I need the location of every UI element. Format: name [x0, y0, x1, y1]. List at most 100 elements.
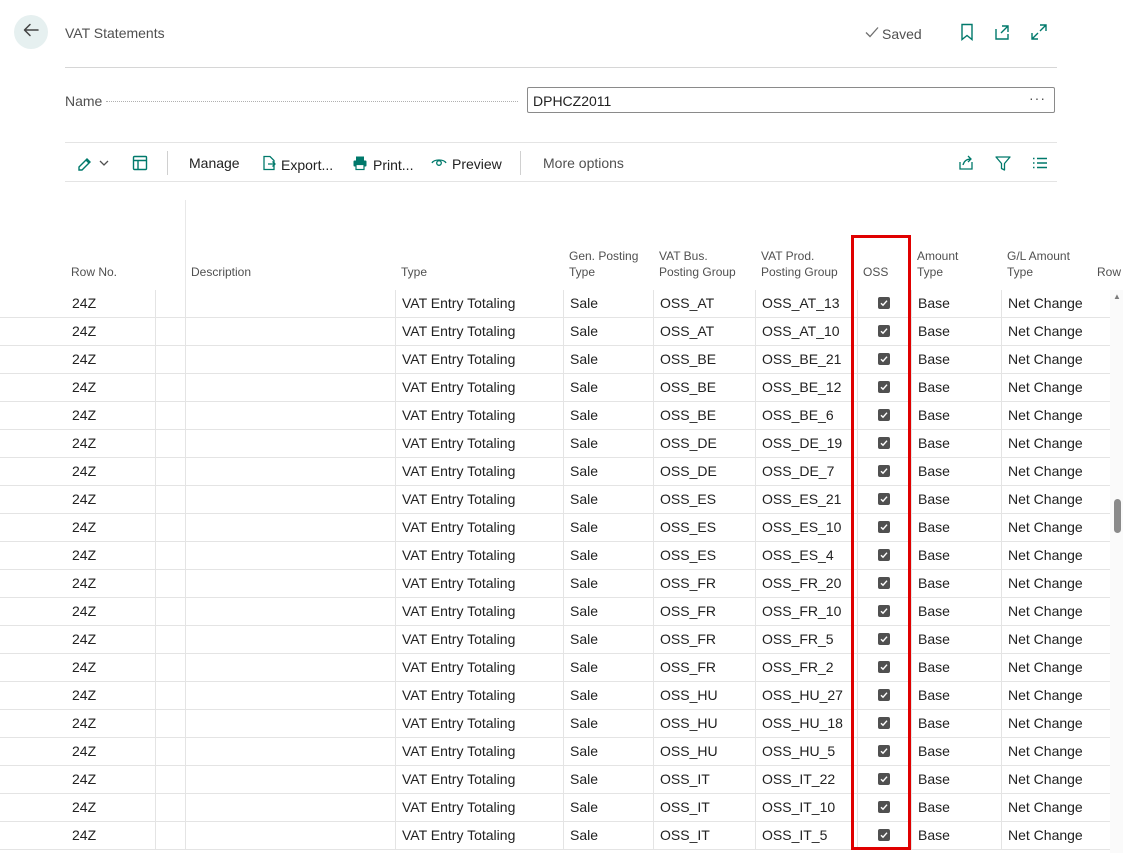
oss-checkbox[interactable] — [878, 549, 890, 561]
cell-row-no[interactable]: 24Z — [72, 346, 96, 373]
cell-amount-type[interactable]: Base — [918, 346, 950, 373]
table-row[interactable]: 24Z VAT Entry Totaling Sale OSS_HU OSS_HU_27… — [0, 682, 1110, 710]
cell-type[interactable]: VAT Entry Totaling — [402, 766, 515, 793]
cell-amount-type[interactable]: Base — [918, 598, 950, 625]
cell-vat-prod-posting-group[interactable]: OSS_IT_10 — [762, 794, 835, 821]
cell-gen-posting-type[interactable]: Sale — [570, 682, 598, 709]
cell-type[interactable]: VAT Entry Totaling — [402, 654, 515, 681]
cell-row-no[interactable]: 24Z — [72, 682, 96, 709]
cell-row-no[interactable]: 24Z — [72, 598, 96, 625]
cell-vat-bus-posting-group[interactable]: OSS_AT — [660, 290, 714, 317]
oss-checkbox[interactable] — [878, 381, 890, 393]
cell-vat-bus-posting-group[interactable]: OSS_IT — [660, 766, 710, 793]
column-header-row-no[interactable]: Row No. — [71, 264, 117, 280]
cell-amount-type[interactable]: Base — [918, 766, 950, 793]
table-row[interactable]: 24Z VAT Entry Totaling Sale OSS_AT OSS_AT_10… — [0, 318, 1110, 346]
export-button[interactable]: Export... — [262, 155, 333, 174]
cell-gen-posting-type[interactable]: Sale — [570, 570, 598, 597]
table-row[interactable]: 24Z VAT Entry Totaling Sale OSS_IT OSS_IT_5 B… — [0, 822, 1110, 850]
oss-checkbox[interactable] — [878, 717, 890, 729]
cell-gen-posting-type[interactable]: Sale — [570, 794, 598, 821]
oss-checkbox[interactable] — [878, 773, 890, 785]
cell-vat-bus-posting-group[interactable]: OSS_FR — [660, 598, 716, 625]
cell-gl-amount-type[interactable]: Net Change — [1008, 822, 1083, 849]
name-more-button[interactable]: ··· — [1029, 90, 1046, 106]
cell-gl-amount-type[interactable]: Net Change — [1008, 710, 1083, 737]
cell-gen-posting-type[interactable]: Sale — [570, 458, 598, 485]
cell-type[interactable]: VAT Entry Totaling — [402, 738, 515, 765]
cell-gl-amount-type[interactable]: Net Change — [1008, 654, 1083, 681]
oss-checkbox[interactable] — [878, 801, 890, 813]
cell-type[interactable]: VAT Entry Totaling — [402, 318, 515, 345]
cell-type[interactable]: VAT Entry Totaling — [402, 626, 515, 653]
oss-checkbox[interactable] — [878, 745, 890, 757]
cell-vat-prod-posting-group[interactable]: OSS_BE_21 — [762, 346, 841, 373]
cell-vat-bus-posting-group[interactable]: OSS_FR — [660, 570, 716, 597]
cell-row-no[interactable]: 24Z — [72, 570, 96, 597]
cell-vat-bus-posting-group[interactable]: OSS_DE — [660, 430, 717, 457]
cell-vat-prod-posting-group[interactable]: OSS_ES_21 — [762, 486, 841, 513]
cell-vat-bus-posting-group[interactable]: OSS_FR — [660, 626, 716, 653]
cell-vat-prod-posting-group[interactable]: OSS_AT_13 — [762, 290, 840, 317]
oss-checkbox[interactable] — [878, 605, 890, 617]
cell-gl-amount-type[interactable]: Net Change — [1008, 738, 1083, 765]
cell-row-no[interactable]: 24Z — [72, 458, 96, 485]
table-row[interactable]: 24Z VAT Entry Totaling Sale OSS_HU OSS_HU_18… — [0, 710, 1110, 738]
table-row[interactable]: 24Z VAT Entry Totaling Sale OSS_HU OSS_HU_5 B… — [0, 738, 1110, 766]
list-options-icon[interactable] — [1030, 153, 1050, 173]
cell-row-no[interactable]: 24Z — [72, 626, 96, 653]
column-header-description[interactable]: Description — [191, 264, 251, 280]
oss-checkbox[interactable] — [878, 633, 890, 645]
oss-checkbox[interactable] — [878, 409, 890, 421]
column-header-vat-bus-posting-group[interactable]: VAT Bus. Posting Group — [659, 248, 736, 280]
cell-vat-prod-posting-group[interactable]: OSS_DE_7 — [762, 458, 834, 485]
cell-amount-type[interactable]: Base — [918, 458, 950, 485]
cell-vat-bus-posting-group[interactable]: OSS_FR — [660, 654, 716, 681]
bookmark-icon[interactable] — [957, 22, 977, 42]
cell-row-no[interactable]: 24Z — [72, 542, 96, 569]
cell-vat-bus-posting-group[interactable]: OSS_BE — [660, 346, 716, 373]
cell-gen-posting-type[interactable]: Sale — [570, 822, 598, 849]
cell-amount-type[interactable]: Base — [918, 290, 950, 317]
cell-row-no[interactable]: 24Z — [72, 654, 96, 681]
share-icon[interactable] — [956, 153, 976, 173]
cell-vat-bus-posting-group[interactable]: OSS_DE — [660, 458, 717, 485]
cell-amount-type[interactable]: Base — [918, 402, 950, 429]
table-row[interactable]: 24Z VAT Entry Totaling Sale OSS_ES OSS_ES_21… — [0, 486, 1110, 514]
table-row[interactable]: 24Z VAT Entry Totaling Sale OSS_FR OSS_FR_2 B… — [0, 654, 1110, 682]
cell-type[interactable]: VAT Entry Totaling — [402, 682, 515, 709]
cell-gen-posting-type[interactable]: Sale — [570, 626, 598, 653]
scroll-up-icon[interactable]: ▲ — [1112, 292, 1122, 302]
cell-type[interactable]: VAT Entry Totaling — [402, 430, 515, 457]
cell-vat-prod-posting-group[interactable]: OSS_IT_5 — [762, 822, 827, 849]
cell-gl-amount-type[interactable]: Net Change — [1008, 402, 1083, 429]
oss-checkbox[interactable] — [878, 577, 890, 589]
cell-vat-prod-posting-group[interactable]: OSS_ES_10 — [762, 514, 841, 541]
table-row[interactable]: 24Z VAT Entry Totaling Sale OSS_IT OSS_IT_10… — [0, 794, 1110, 822]
table-row[interactable]: 24Z VAT Entry Totaling Sale OSS_FR OSS_FR_10… — [0, 598, 1110, 626]
cell-amount-type[interactable]: Base — [918, 430, 950, 457]
more-options-button[interactable]: More options — [543, 155, 624, 171]
cell-vat-prod-posting-group[interactable]: OSS_HU_5 — [762, 738, 835, 765]
cell-gen-posting-type[interactable]: Sale — [570, 346, 598, 373]
cell-row-no[interactable]: 24Z — [72, 402, 96, 429]
cell-type[interactable]: VAT Entry Totaling — [402, 598, 515, 625]
cell-amount-type[interactable]: Base — [918, 710, 950, 737]
cell-type[interactable]: VAT Entry Totaling — [402, 374, 515, 401]
cell-amount-type[interactable]: Base — [918, 374, 950, 401]
column-header-gen-posting-type[interactable]: Gen. Posting Type — [569, 248, 638, 280]
cell-gen-posting-type[interactable]: Sale — [570, 598, 598, 625]
cell-gen-posting-type[interactable]: Sale — [570, 290, 598, 317]
oss-checkbox[interactable] — [878, 325, 890, 337]
cell-gl-amount-type[interactable]: Net Change — [1008, 290, 1083, 317]
cell-row-no[interactable]: 24Z — [72, 290, 96, 317]
cell-row-no[interactable]: 24Z — [72, 794, 96, 821]
cell-vat-bus-posting-group[interactable]: OSS_ES — [660, 486, 716, 513]
oss-checkbox[interactable] — [878, 465, 890, 477]
cell-amount-type[interactable]: Base — [918, 570, 950, 597]
cell-vat-prod-posting-group[interactable]: OSS_BE_12 — [762, 374, 841, 401]
table-row[interactable]: 24Z VAT Entry Totaling Sale OSS_ES OSS_ES_10… — [0, 514, 1110, 542]
cell-amount-type[interactable]: Base — [918, 626, 950, 653]
oss-checkbox[interactable] — [878, 353, 890, 365]
cell-row-no[interactable]: 24Z — [72, 822, 96, 849]
